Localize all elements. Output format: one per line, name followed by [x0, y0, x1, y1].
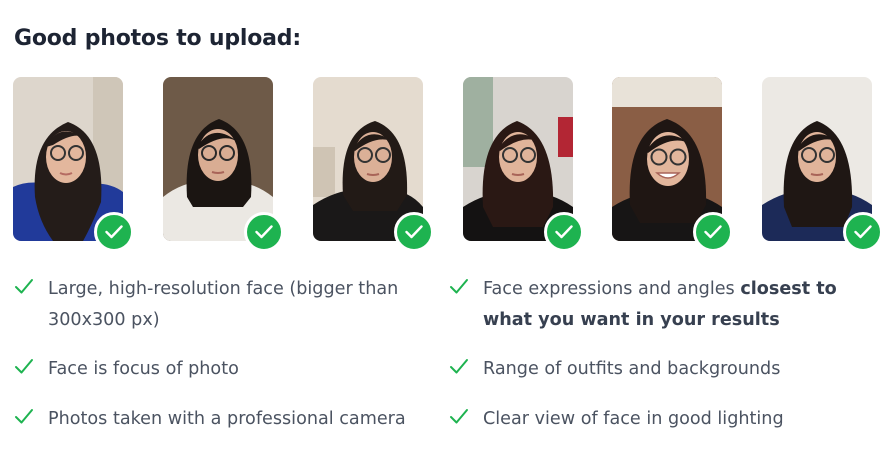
- check-badge: [693, 212, 733, 252]
- criteria-item-expressions: Face expressions and angles closest to wh…: [449, 274, 837, 336]
- check-badge: [244, 212, 284, 252]
- checkmark-icon: [450, 409, 468, 424]
- example-photo-6: [762, 77, 883, 252]
- example-photo-5: [612, 77, 733, 252]
- check-badge: [843, 212, 883, 252]
- criteria-text: Range of outfits and backgrounds: [483, 359, 781, 379]
- criteria-item-focus: Face is focus of photo: [14, 354, 239, 385]
- section-heading: Good photos to upload:: [14, 26, 301, 51]
- check-icon: [405, 225, 423, 239]
- check-icon: [555, 225, 573, 239]
- example-photo-4: [463, 77, 584, 252]
- check-badge: [94, 212, 134, 252]
- checkmark-icon: [450, 279, 468, 294]
- check-icon: [854, 225, 872, 239]
- criteria-item-camera: Photos taken with a professional camera: [14, 404, 406, 435]
- example-photo-3: [313, 77, 434, 252]
- check-icon: [105, 225, 123, 239]
- check-badge: [544, 212, 584, 252]
- criteria-item-lighting: Clear view of face in good lighting: [449, 404, 784, 435]
- checkmark-icon: [15, 409, 33, 424]
- check-icon: [704, 225, 722, 239]
- checkmark-icon: [450, 359, 468, 374]
- checkmark-icon: [15, 359, 33, 374]
- example-photo-2: [163, 77, 284, 252]
- criteria-text: Face is focus of photo: [48, 359, 239, 379]
- criteria-text: Face expressions and angles closest to wh…: [483, 279, 837, 330]
- criteria-text: Photos taken with a professional camera: [48, 409, 406, 429]
- example-photo-1: [13, 77, 134, 252]
- criteria-text: Large, high-resolution face (bigger than…: [48, 279, 399, 330]
- check-icon: [255, 225, 273, 239]
- criteria-text: Clear view of face in good lighting: [483, 409, 784, 429]
- criteria-item-resolution: Large, high-resolution face (bigger than…: [14, 274, 398, 336]
- checkmark-icon: [15, 279, 33, 294]
- check-badge: [394, 212, 434, 252]
- criteria-item-outfits: Range of outfits and backgrounds: [449, 354, 780, 385]
